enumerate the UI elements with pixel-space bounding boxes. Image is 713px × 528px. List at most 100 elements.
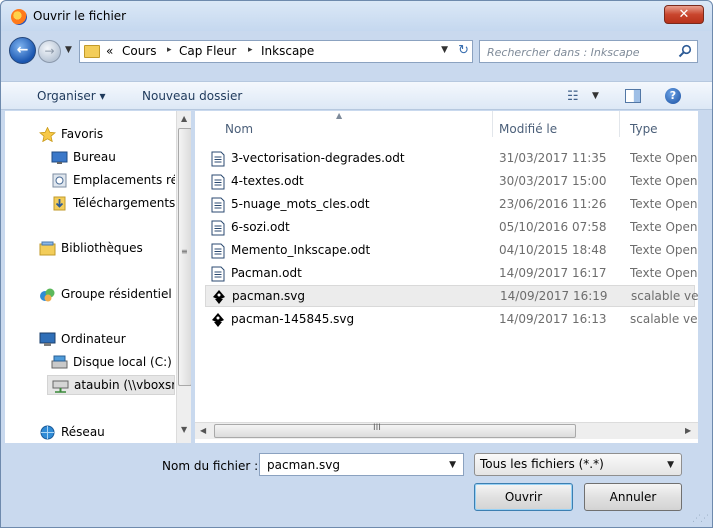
column-divider[interactable] (492, 111, 493, 137)
firefox-icon (11, 9, 27, 25)
new-folder-button[interactable]: Nouveau dossier (142, 89, 242, 103)
search-input[interactable] (485, 43, 670, 61)
nav-item-emplacements-recents[interactable]: Emplacements récents (51, 171, 175, 191)
cancel-button[interactable]: Annuler (584, 483, 682, 511)
column-header-type[interactable]: Type (630, 122, 658, 136)
change-view-icon[interactable]: ☷ (567, 89, 579, 104)
scrollbar-thumb[interactable] (214, 424, 576, 438)
forward-button[interactable]: → (38, 40, 61, 63)
file-row[interactable]: 4-textes.odt 30/03/2017 15:00 Texte Open… (205, 171, 698, 193)
nav-item-groupe-residentiel[interactable]: Groupe résidentiel (39, 285, 173, 305)
libraries-icon (39, 241, 56, 256)
column-divider[interactable] (619, 111, 620, 137)
address-dropdown-icon[interactable]: ▼ (441, 45, 448, 55)
nav-label: Groupe résidentiel (61, 287, 172, 301)
filename-input[interactable] (265, 456, 435, 474)
help-icon[interactable]: ? (665, 88, 681, 104)
document-icon (211, 266, 225, 282)
breadcrumb-cap-fleur[interactable]: Cap Fleur (179, 44, 236, 58)
nav-item-ordinateur[interactable]: Ordinateur (39, 330, 173, 350)
file-type-filter-select[interactable]: Tous les fichiers (*.*) ▼ (474, 453, 682, 476)
nav-label: Bibliothèques (61, 241, 143, 255)
file-row[interactable]: Pacman.odt 14/09/2017 16:17 Texte OpenDo… (205, 263, 698, 285)
forward-arrow-icon: → (44, 44, 55, 58)
open-button[interactable]: Ouvrir (474, 483, 573, 511)
filename-label: Nom du fichier : (162, 459, 259, 473)
breadcrumb-inkscape[interactable]: Inkscape (261, 44, 314, 58)
search-icon[interactable] (678, 44, 692, 58)
nav-label: Disque local (C:) (73, 355, 172, 369)
file-row-selected[interactable]: pacman.svg 14/09/2017 16:19 scalable vec… (205, 285, 698, 307)
file-row[interactable]: 5-nuage_mots_cles.odt 23/06/2016 11:26 T… (205, 194, 698, 216)
breadcrumb-separator-icon[interactable]: ▸ (248, 45, 253, 55)
desktop-icon (51, 151, 68, 164)
nav-item-reseau[interactable]: Réseau (39, 423, 173, 443)
network-drive-icon (52, 380, 69, 393)
nav-item-disque-local[interactable]: Disque local (C:) (51, 353, 175, 373)
file-name: 5-nuage_mots_cles.odt (231, 197, 370, 211)
column-header-name[interactable]: Nom (225, 122, 253, 136)
file-row[interactable]: Memento_Inkscape.odt 04/10/2015 18:48 Te… (205, 240, 698, 262)
file-modified: 14/09/2017 16:13 (499, 312, 607, 326)
file-list-horizontal-scrollbar[interactable]: ◀ III ▶ (195, 422, 698, 439)
scroll-grip-icon: ≡ (181, 247, 188, 256)
navigation-vertical-scrollbar[interactable]: ▲ ≡ ▼ (176, 111, 191, 443)
nav-label: Bureau (73, 150, 116, 164)
navigation-pane: Favoris Bureau Emplacements récents Télé… (5, 111, 191, 443)
nav-item-favoris[interactable]: Favoris (39, 125, 173, 145)
search-box[interactable] (479, 40, 698, 63)
nav-item-bureau[interactable]: Bureau (51, 148, 175, 168)
nav-label: Emplacements récents (73, 173, 175, 187)
breadcrumb-cours[interactable]: Cours (122, 44, 157, 58)
file-name: 4-textes.odt (231, 174, 304, 188)
inkscape-svg-icon (212, 313, 224, 327)
file-type: Texte OpenDocument (630, 266, 698, 280)
open-file-dialog: Ouvrir le fichier ✕ ← → ▼ « Cours ▸ Cap … (0, 0, 713, 528)
scroll-up-icon[interactable]: ▲ (181, 114, 187, 123)
nav-item-network-share[interactable]: ataubin (\\vboxsrv) (47, 375, 175, 395)
address-bar[interactable]: « Cours ▸ Cap Fleur ▸ Inkscape ▼ ↻ (79, 40, 473, 63)
nav-item-telechargements[interactable]: Téléchargements (51, 194, 175, 214)
scroll-right-icon[interactable]: ▶ (685, 426, 691, 435)
file-list: Nom ▲ Modifié le Type 3-vectorisation-de… (195, 111, 698, 443)
file-modified: 31/03/2017 11:35 (499, 151, 607, 165)
filter-dropdown-icon[interactable]: ▼ (667, 460, 674, 470)
resize-grip-icon[interactable]: ⋰⋰ (692, 514, 709, 524)
file-row[interactable]: 3-vectorisation-degrades.odt 31/03/2017 … (205, 148, 698, 170)
filename-combobox[interactable]: ▼ (259, 453, 464, 476)
nav-item-bibliotheques[interactable]: Bibliothèques (39, 239, 173, 259)
scroll-grip-icon: III (373, 423, 381, 433)
title-bar[interactable]: Ouvrir le fichier ✕ (1, 1, 712, 31)
drive-icon (51, 355, 68, 369)
scroll-left-icon[interactable]: ◀ (200, 426, 206, 435)
file-row[interactable]: 6-sozi.odt 05/10/2016 07:58 Texte OpenDo… (205, 217, 698, 239)
document-icon (211, 243, 225, 259)
file-name: Pacman.odt (231, 266, 302, 280)
nav-label: ataubin (\\vboxsrv) (74, 378, 174, 392)
breadcrumb-separator-icon[interactable]: ▸ (167, 45, 172, 55)
back-button[interactable]: ← (9, 37, 36, 64)
file-modified: 23/06/2016 11:26 (499, 197, 607, 211)
refresh-icon[interactable]: ↻ (458, 43, 469, 58)
preview-pane-icon[interactable] (625, 89, 641, 103)
file-row[interactable]: pacman-145845.svg 14/09/2017 16:13 scala… (205, 309, 698, 331)
nav-label: Téléchargements (73, 196, 175, 210)
column-header-modified[interactable]: Modifié le (499, 122, 557, 136)
breadcrumb-overflow[interactable]: « (106, 44, 113, 58)
close-button[interactable]: ✕ (664, 5, 704, 24)
window-title: Ouvrir le fichier (33, 9, 127, 23)
document-icon (211, 197, 225, 213)
organize-menu[interactable]: Organiser ▾ (37, 89, 105, 103)
folder-icon (84, 45, 100, 58)
file-type: Texte OpenDocument (630, 197, 698, 211)
filename-dropdown-icon[interactable]: ▼ (449, 460, 456, 470)
file-type: Texte OpenDocument (630, 151, 698, 165)
recent-locations-dropdown[interactable]: ▼ (65, 45, 72, 55)
nav-label: Ordinateur (61, 332, 126, 346)
scrollbar-thumb[interactable] (178, 128, 191, 386)
file-type: Texte OpenDocument (630, 174, 698, 188)
scroll-down-icon[interactable]: ▼ (181, 425, 187, 434)
homegroup-icon (40, 288, 55, 302)
view-dropdown-icon[interactable]: ▼ (592, 91, 599, 101)
inkscape-svg-icon (213, 290, 225, 304)
